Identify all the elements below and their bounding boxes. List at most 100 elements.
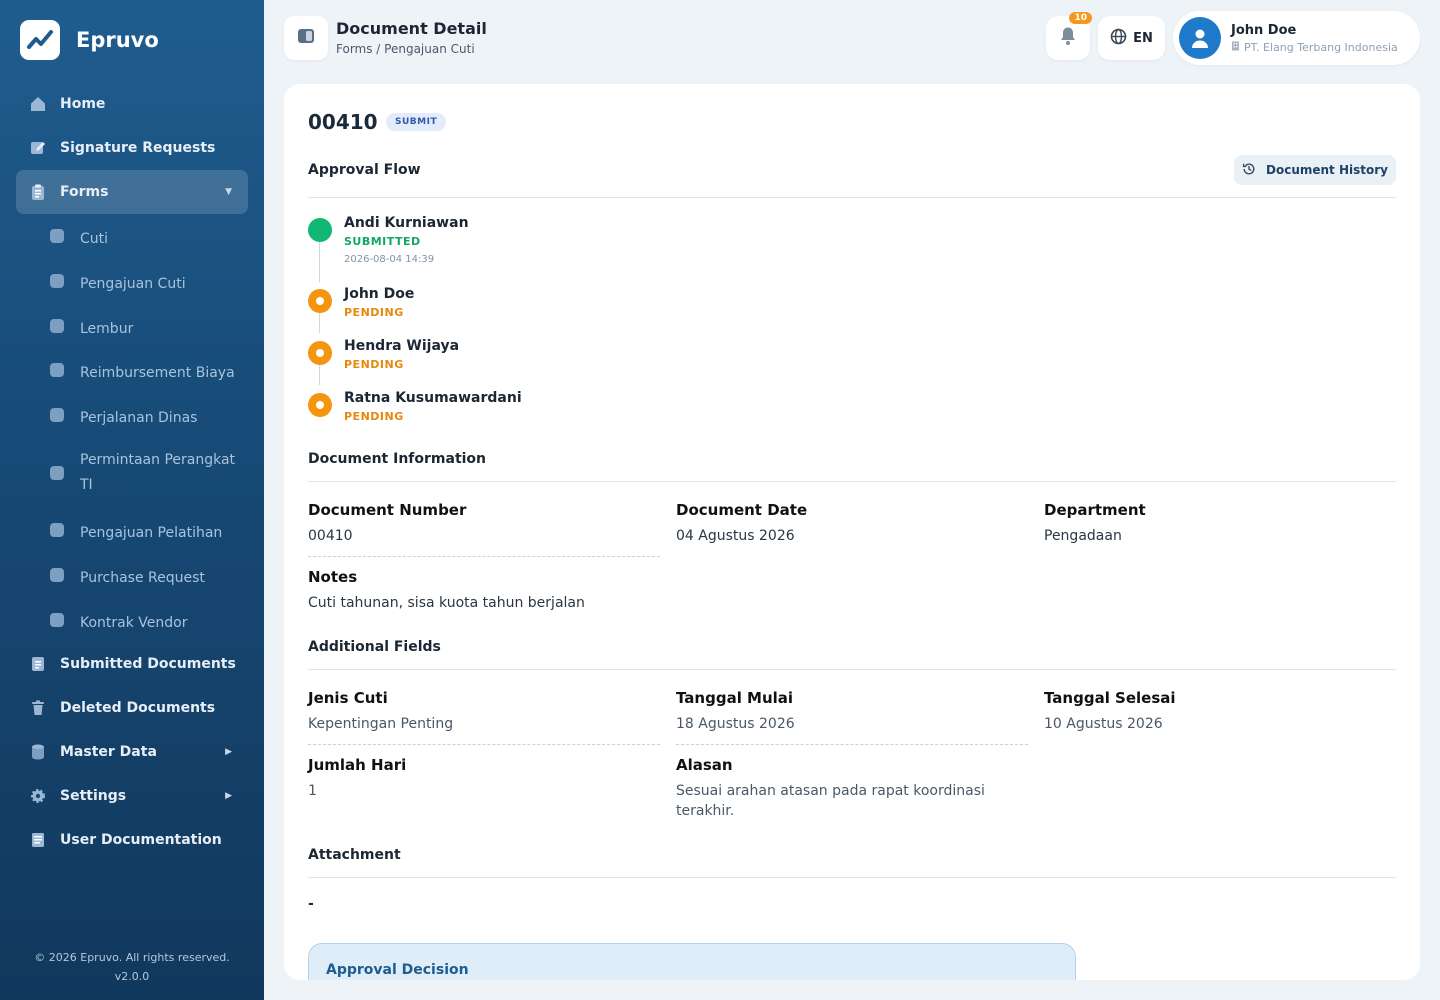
sidebar-item-forms[interactable]: Forms ▼ (16, 170, 248, 214)
jenis-cuti-label: Jenis Cuti (308, 689, 388, 707)
form-icon (50, 522, 64, 537)
jenis-cuti-value: Kepentingan Penting (308, 716, 454, 732)
gear-icon (30, 788, 46, 804)
form-icon (50, 363, 64, 378)
document-date-label: Document Date (676, 501, 808, 519)
history-icon (1242, 162, 1256, 179)
form-icon (50, 273, 64, 288)
sidebar-subitem-permintaan-perangkat-ti[interactable]: Permintaan Perangkat TI (16, 438, 248, 508)
copyright-text: © 2026 Epruvo. All rights reserved. (34, 951, 230, 964)
sidebar-nav: Home Signature Requests Forms ▼ Cuti Pen… (16, 82, 248, 862)
notification-button[interactable]: 10 (1046, 12, 1092, 60)
tanggal-selesai-label: Tanggal Selesai (1044, 689, 1176, 707)
sidebar-item-label: Forms (60, 184, 109, 200)
chevron-right-icon: ▶ (225, 791, 232, 802)
page-title: Document Detail (336, 19, 487, 38)
divider (308, 481, 1396, 482)
clipboard-icon (30, 184, 46, 200)
sidebar-footer: © 2026 Epruvo. All rights reserved. v2.0… (0, 948, 264, 986)
approver-status: PENDING (344, 358, 404, 371)
sidebar-item-settings[interactable]: Settings ▶ (16, 774, 248, 818)
sidebar-subitem-kontrak-vendor[interactable]: Kontrak Vendor (16, 598, 248, 643)
user-menu[interactable]: John Doe PT. Elang Terbang Indonesia (1173, 11, 1420, 65)
approval-decision-title: Approval Decision (326, 962, 469, 978)
approver-status: PENDING (344, 306, 404, 319)
sidebar-item-home[interactable]: Home (16, 82, 248, 126)
sidebar-item-signature-requests[interactable]: Signature Requests (16, 126, 248, 170)
sidebar-item-label: User Documentation (60, 832, 222, 849)
sidebar-subitem-purchase-request[interactable]: Purchase Request (16, 553, 248, 598)
timeline-connector (319, 313, 320, 333)
sidebar-item-label: Home (60, 96, 106, 112)
field-separator (308, 744, 660, 745)
sidebar-item-deleted-documents[interactable]: Deleted Documents (16, 686, 248, 730)
sidebar-item-label: Master Data (60, 744, 157, 761)
notes-label: Notes (308, 568, 358, 586)
sidebar-subitem-label: Cuti (80, 231, 109, 247)
tanggal-mulai-value: 18 Agustus 2026 (676, 716, 795, 732)
sidebar-item-user-documentation[interactable]: User Documentation (16, 818, 248, 862)
form-icon (50, 229, 64, 243)
divider (308, 197, 1396, 198)
jumlah-hari-label: Jumlah Hari (308, 756, 407, 774)
field-separator (308, 556, 660, 557)
document-information-title: Document Information (308, 451, 487, 467)
tanggal-selesai-value: 10 Agustus 2026 (1044, 716, 1163, 732)
sidebar-subitem-lembur[interactable]: Lembur (16, 304, 248, 349)
document-number-value: 00410 (308, 528, 353, 544)
sidebar-item-label: Deleted Documents (60, 700, 216, 717)
divider (308, 669, 1396, 670)
approver-name: Ratna Kusumawardani (344, 390, 522, 406)
timeline-dot-pending (308, 393, 332, 417)
chevron-down-icon: ▼ (225, 187, 232, 197)
approver-name: Hendra Wijaya (344, 338, 460, 354)
language-label: EN (1133, 30, 1153, 46)
sidebar-item-submitted-documents[interactable]: Submitted Documents (16, 642, 248, 686)
timeline-dot-pending (308, 289, 332, 313)
brand[interactable]: Epruvo (20, 20, 159, 60)
user-company: PT. Elang Terbang Indonesia (1231, 41, 1398, 54)
attachment-value: - (308, 896, 314, 912)
sidebar-subitem-pengajuan-cuti[interactable]: Pengajuan Cuti (16, 259, 248, 304)
approval-flow-title: Approval Flow (308, 162, 421, 178)
attachment-title: Attachment (308, 847, 401, 863)
sidebar-subitem-pengajuan-pelatihan[interactable]: Pengajuan Pelatihan (16, 508, 248, 553)
logo-icon (20, 20, 60, 60)
approval-decision-panel: Approval Decision (308, 943, 1076, 980)
chevron-right-icon: ▶ (225, 747, 232, 758)
sidebar-item-label: Submitted Documents (60, 656, 236, 673)
alasan-value: Sesuai arahan atasan pada rapat koordina… (676, 783, 985, 819)
approval-timestamp: 2026-08-04 14:39 (344, 254, 435, 265)
form-icon (50, 465, 64, 480)
department-label: Department (1044, 501, 1146, 519)
sidebar-item-label: Signature Requests (60, 140, 216, 156)
approver-status: SUBMITTED (344, 235, 421, 248)
document-number-label: Document Number (308, 501, 467, 519)
sidebar-item-master-data[interactable]: Master Data ▶ (16, 730, 248, 774)
timeline-connector (319, 242, 320, 282)
sidebar-subitem-perjalanan-dinas[interactable]: Perjalanan Dinas (16, 393, 248, 438)
sidebar-toggle-button[interactable] (284, 16, 328, 60)
notes-value: Cuti tahunan, sisa kuota tahun berjalan (308, 595, 585, 611)
sidebar-subitem-label: Permintaan Perangkat TI (80, 451, 236, 493)
form-icon (50, 612, 64, 627)
sidebar-subitem-reimbursement-biaya[interactable]: Reimbursement Biaya (16, 348, 248, 393)
document-history-button[interactable]: Document History (1234, 155, 1396, 185)
approver-name: John Doe (344, 286, 415, 302)
document-detail-card: 00410 SUBMIT Approval Flow Document Hist… (284, 84, 1420, 980)
form-icon (50, 567, 64, 582)
field-separator (676, 744, 1028, 745)
panel-icon (297, 28, 315, 48)
document-date-value: 04 Agustus 2026 (676, 528, 795, 544)
notification-badge: 10 (1069, 12, 1092, 24)
language-switcher[interactable]: EN (1098, 16, 1165, 60)
book-icon (30, 832, 46, 848)
alasan-label: Alasan (676, 756, 733, 774)
timeline-dot-submitted (308, 218, 332, 242)
timeline-dot-pending (308, 341, 332, 365)
document-icon (30, 656, 46, 672)
sidebar-subitem-label: Purchase Request (80, 569, 205, 586)
sidebar-subitem-label: Lembur (80, 320, 134, 337)
brand-name: Epruvo (76, 28, 159, 52)
sidebar-subitem-cuti[interactable]: Cuti (16, 214, 248, 259)
